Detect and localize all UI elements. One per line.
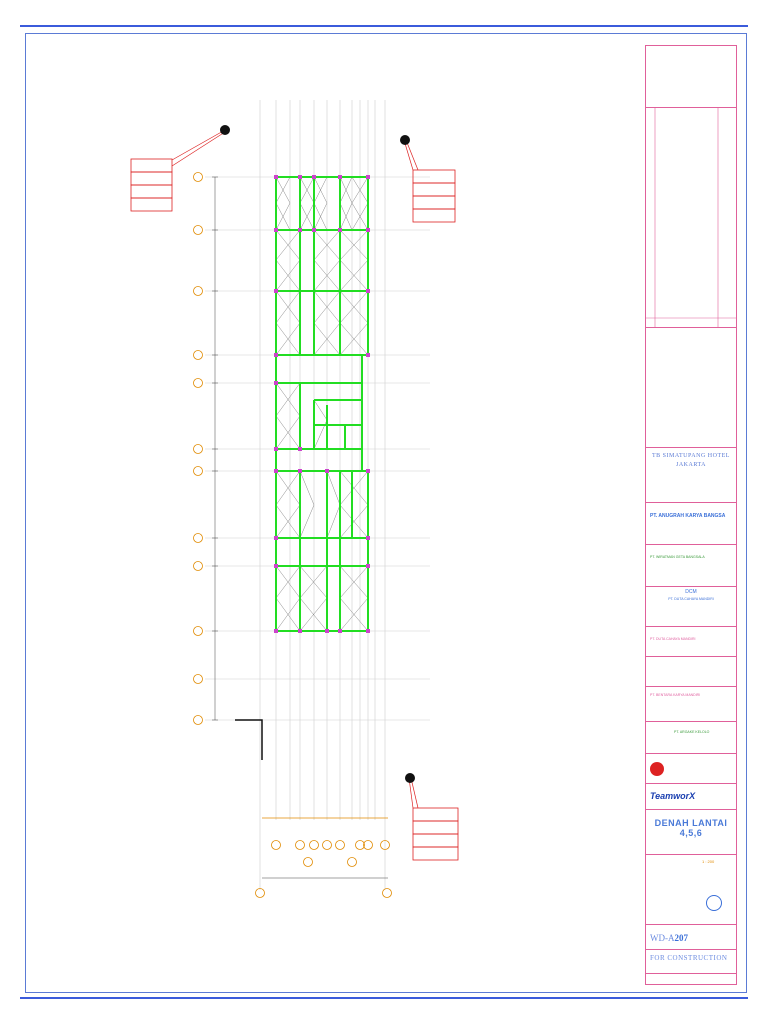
scale-section: 1 : 200 [646, 855, 736, 925]
contractor-logo-icon [650, 762, 664, 776]
drawing-status: FOR CONSTRUCTION [650, 954, 728, 962]
section-marker-icon [400, 135, 410, 145]
scale-value: 1 : 200 [702, 859, 715, 864]
mep-firm: PT. DUTA CAHAYA MANDIRI [668, 597, 714, 601]
bottom-dimension-line [262, 817, 388, 879]
left-grid-bubbles [193, 172, 203, 725]
title-block: TB SIMATUPANG HOTEL JAKARTA PT. ANUGRAH … [645, 45, 737, 985]
drawing-title-section: DENAH LANTAI 4,5,6 [646, 810, 736, 855]
drawing-number-section: WD-A207 [646, 925, 736, 950]
project-name: TB SIMATUPANG HOTEL JAKARTA [652, 453, 730, 468]
remarks-section [646, 328, 736, 448]
drawing-number-prefix: WD-A [650, 933, 675, 943]
callout-top-right [400, 135, 456, 223]
pm-brand: TeamworX [650, 791, 696, 801]
status-section: FOR CONSTRUCTION [646, 950, 736, 974]
bottom-grid-bubbles [255, 840, 392, 898]
notes-section [646, 46, 736, 108]
corner-marker [235, 719, 263, 760]
floor-plan-drawing [130, 100, 459, 898]
column-markers [274, 175, 370, 633]
section-marker-icon [405, 773, 415, 783]
architect-section: PT. WIRATMAN GETA BANGSALA [646, 545, 736, 587]
north-arrow-icon [706, 895, 722, 911]
drawing-title: DENAH LANTAI 4,5,6 [654, 818, 728, 838]
vertical-grid-lines [259, 100, 386, 890]
left-dimension-line [212, 176, 218, 721]
drawing-number-value: 207 [674, 933, 689, 943]
callout-bottom-right [405, 773, 459, 861]
interior-section [646, 657, 736, 687]
section-marker-icon [220, 125, 230, 135]
revision-table [646, 108, 736, 328]
owner-firm: PT. ANUGRAH KARYA BANGSA [650, 513, 726, 519]
qs-firm: PT. ARGAKE KELOLO [674, 730, 710, 734]
owner-section: PT. ANUGRAH KARYA BANGSA [646, 503, 736, 545]
qs-section: PT. ARGAKE KELOLO [646, 722, 736, 754]
landscape-firm: PT. BENTARA KARYA MANDIRI [650, 693, 701, 697]
pm-section: TeamworX [646, 784, 736, 810]
project-section: TB SIMATUPANG HOTEL JAKARTA [646, 448, 736, 503]
structure-section: PT. DUTA CAHAYA MANDIRI [646, 627, 736, 657]
landscape-section: PT. BENTARA KARYA MANDIRI [646, 687, 736, 722]
contractor-section [646, 754, 736, 784]
mep-firm-code: DCM [685, 589, 697, 595]
revision-grid [646, 108, 736, 327]
structure-firm: PT. DUTA CAHAYA MANDIRI [650, 637, 696, 641]
mep-section: DCM PT. DUTA CAHAYA MANDIRI [646, 587, 736, 627]
architect-firm: PT. WIRATMAN GETA BANGSALA [650, 555, 705, 559]
drawing-number: WD-A207 [646, 925, 736, 946]
